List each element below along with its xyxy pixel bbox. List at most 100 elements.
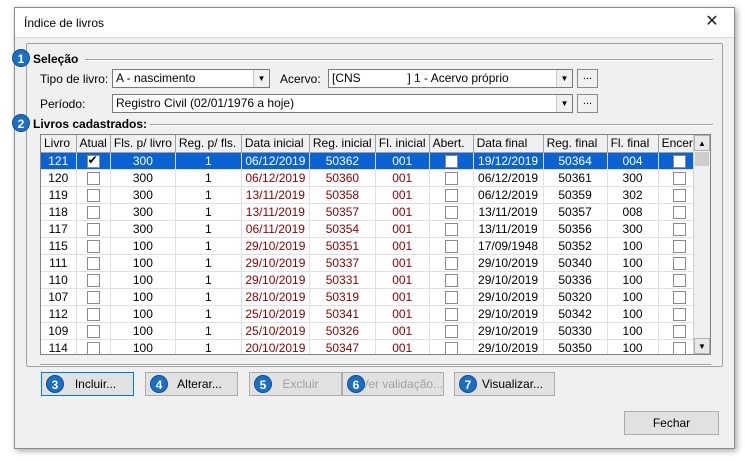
periodo-select[interactable]: Registro Civil (02/01/1976 a hoje) ▼ xyxy=(112,94,573,113)
column-header[interactable]: Fl. inicial xyxy=(375,135,430,153)
vertical-scrollbar[interactable]: ▲ ▼ xyxy=(693,135,710,354)
tipo-livro-select[interactable]: A - nascimento ▼ xyxy=(112,69,270,88)
scroll-up-icon[interactable]: ▲ xyxy=(694,135,710,151)
checkbox-icon[interactable] xyxy=(444,273,458,287)
table-cell: 50357 xyxy=(543,203,608,221)
checkbox-icon[interactable] xyxy=(86,188,100,202)
table-row[interactable]: 115 100 1 29/10/2019 50351 001 17/09/1948 50352… xyxy=(41,237,702,255)
table-cell: 50364 xyxy=(543,152,608,170)
scroll-down-icon[interactable]: ▼ xyxy=(694,338,710,354)
checkbox-icon[interactable] xyxy=(86,341,100,354)
checkbox-icon[interactable] xyxy=(86,222,100,236)
table-cell: 06/12/2019 xyxy=(241,152,310,170)
table-cell: 100 xyxy=(607,288,659,306)
table-cell: 300 xyxy=(607,169,659,187)
checkbox-icon[interactable] xyxy=(673,341,687,354)
table-cell: 119 xyxy=(41,186,77,204)
column-header[interactable]: Reg. final xyxy=(543,135,608,153)
incluir-button[interactable]: 3 Incluir... xyxy=(41,372,134,396)
ver-validacao-button[interactable]: 6 Ver validação... xyxy=(342,372,444,396)
checkbox-icon[interactable] xyxy=(673,256,687,270)
fechar-button[interactable]: Fechar xyxy=(624,411,719,435)
table-cell: 100 xyxy=(110,271,176,289)
column-header[interactable]: Reg. inicial xyxy=(309,135,376,153)
checkbox-cell xyxy=(76,186,111,204)
checkbox-icon[interactable] xyxy=(444,171,458,185)
checkbox-icon[interactable] xyxy=(86,307,100,321)
chevron-down-icon[interactable]: ▼ xyxy=(556,95,572,112)
table-cell: 100 xyxy=(110,322,176,340)
checkbox-icon[interactable] xyxy=(673,188,687,202)
checkbox-icon[interactable] xyxy=(673,307,687,321)
table-row[interactable]: 121 300106/12/201950362001 19/12/201950364… xyxy=(41,152,702,170)
excluir-button[interactable]: 5 Excluir xyxy=(249,372,342,396)
checkbox-icon[interactable] xyxy=(444,256,458,270)
tipo-livro-label: Tipo de livro: xyxy=(40,72,109,86)
periodo-browse-button[interactable]: ... xyxy=(577,94,598,113)
table-row[interactable]: 112 100 1 25/10/2019 50341 001 29/10/2019 50342… xyxy=(41,305,702,323)
checkbox-icon[interactable] xyxy=(673,222,687,236)
checkbox-icon[interactable] xyxy=(673,324,687,338)
table-cell: 50362 xyxy=(309,152,376,170)
checkbox-icon[interactable] xyxy=(673,290,687,304)
acervo-browse-button[interactable]: ... xyxy=(577,69,598,88)
checkbox-icon[interactable] xyxy=(444,324,458,338)
table-row[interactable]: 119 300 1 13/11/2019 50358 001 06/12/2019 50359… xyxy=(41,186,702,204)
visualizar-button[interactable]: 7 Visualizar... xyxy=(454,372,555,396)
checkbox-icon[interactable] xyxy=(444,154,458,168)
column-header[interactable]: Data final xyxy=(473,135,544,153)
checkbox-checked-icon[interactable] xyxy=(86,153,100,168)
table-cell: 50319 xyxy=(309,288,376,306)
checkbox-icon[interactable] xyxy=(444,205,458,219)
column-header[interactable]: Abert. xyxy=(429,135,474,153)
checkbox-icon[interactable] xyxy=(86,273,100,287)
chevron-down-icon[interactable]: ▼ xyxy=(253,70,269,87)
checkbox-icon[interactable] xyxy=(86,256,100,270)
table-cell: 114 xyxy=(41,339,77,354)
column-header[interactable]: Atual xyxy=(76,135,111,153)
scroll-thumb[interactable] xyxy=(695,152,709,166)
table-row[interactable]: 117 300 1 06/11/2019 50354 001 13/11/2019 50356… xyxy=(41,220,702,238)
table-row[interactable]: 109 100 1 25/10/2019 50326 001 29/10/2019 50330… xyxy=(41,322,702,340)
chevron-down-icon[interactable]: ▼ xyxy=(556,70,572,87)
checkbox-icon[interactable] xyxy=(86,324,100,338)
checkbox-icon[interactable] xyxy=(86,171,100,185)
table-cell: 13/11/2019 xyxy=(473,203,544,221)
checkbox-icon[interactable] xyxy=(673,205,687,219)
checkbox-icon[interactable] xyxy=(444,290,458,304)
table-row[interactable]: 111 100 1 29/10/2019 50337 001 29/10/2019 50340… xyxy=(41,254,702,272)
checkbox-icon[interactable] xyxy=(673,171,687,185)
checkbox-cell xyxy=(429,322,474,340)
table-row[interactable]: 114 100 1 20/10/2019 50347 001 29/10/2019 50350… xyxy=(41,339,702,354)
table-row[interactable]: 107 100 1 28/10/2019 50319 001 29/10/2019 50320… xyxy=(41,288,702,306)
table-row[interactable]: 118 300 1 13/11/2019 50357 001 13/11/2019 50357… xyxy=(41,203,702,221)
table-cell: 50340 xyxy=(543,254,608,272)
table-cell: 100 xyxy=(110,288,176,306)
checkbox-icon[interactable] xyxy=(444,239,458,253)
checkbox-icon[interactable] xyxy=(444,222,458,236)
table-cell: 50361 xyxy=(543,169,608,187)
close-icon[interactable]: ✕ xyxy=(690,8,734,37)
column-header[interactable]: Livro xyxy=(41,135,77,153)
column-header[interactable]: Fl. final xyxy=(607,135,659,153)
checkbox-icon[interactable] xyxy=(86,205,100,219)
table-row[interactable]: 120 300 1 06/12/2019 50360 001 06/12/2019 50361… xyxy=(41,169,702,187)
checkbox-icon[interactable] xyxy=(673,239,687,253)
table-cell: 06/12/2019 xyxy=(473,186,544,204)
column-header[interactable]: Reg. p/ fls. xyxy=(175,135,242,153)
checkbox-icon[interactable] xyxy=(444,341,458,354)
checkbox-icon[interactable] xyxy=(444,188,458,202)
checkbox-icon[interactable] xyxy=(444,307,458,321)
table-cell: 29/10/2019 xyxy=(473,254,544,272)
checkbox-cell xyxy=(76,271,111,289)
column-header[interactable]: Fls. p/ livro xyxy=(110,135,176,153)
column-header[interactable]: Data inicial xyxy=(241,135,310,153)
checkbox-icon[interactable] xyxy=(673,273,687,287)
checkbox-icon[interactable] xyxy=(86,239,100,253)
acervo-select[interactable]: [CNS ] 1 - Acervo próprio ▼ xyxy=(328,69,573,88)
alterar-button[interactable]: 4 Alterar... xyxy=(145,372,238,396)
table-row[interactable]: 110 100 1 29/10/2019 50331 001 29/10/2019 50336… xyxy=(41,271,702,289)
checkbox-icon[interactable] xyxy=(86,290,100,304)
livros-grid[interactable]: Livro Atual Fls. p/ livro Reg. p/ fls. Data … xyxy=(40,134,711,355)
checkbox-icon[interactable] xyxy=(673,154,687,168)
